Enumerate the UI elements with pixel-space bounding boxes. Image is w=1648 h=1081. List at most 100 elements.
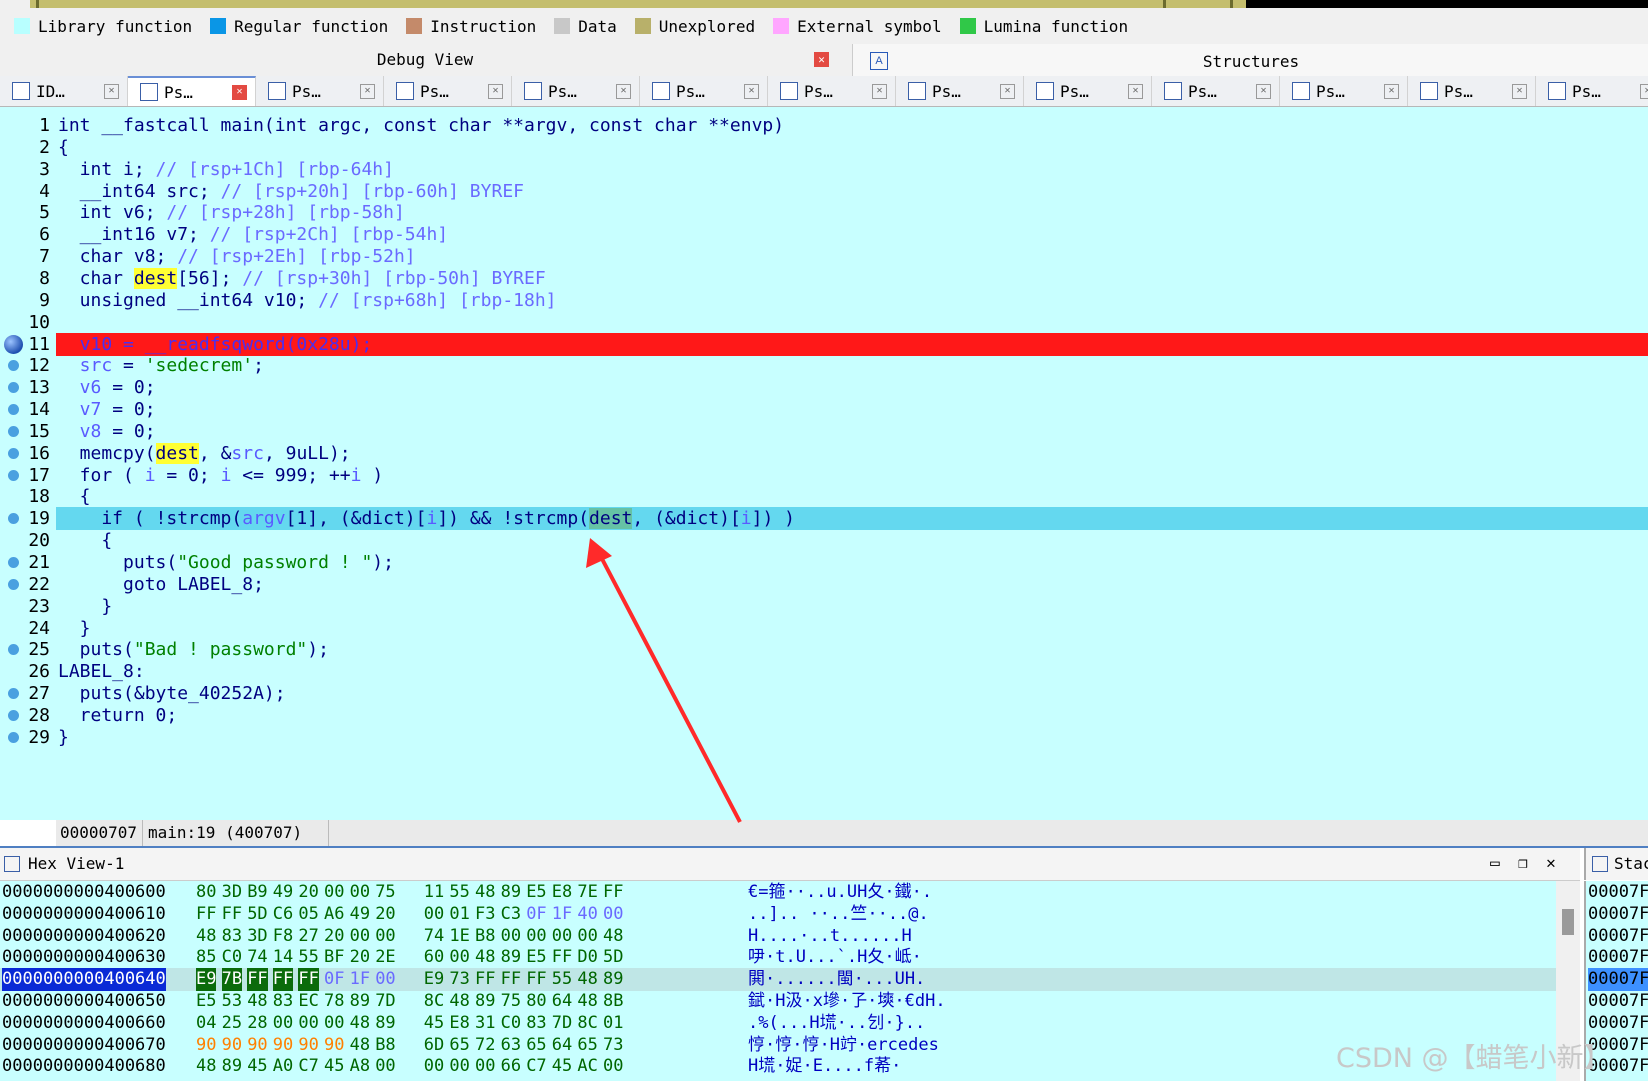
tab-pseudocode[interactable]: Ps… ✕ <box>768 76 896 106</box>
close-icon[interactable]: ✕ <box>814 52 829 67</box>
hex-byte[interactable]: 90 <box>324 1034 344 1057</box>
code-line[interactable]: 28 return 0; <box>0 704 1648 727</box>
close-icon[interactable]: ✕ <box>1512 83 1527 99</box>
hex-byte[interactable]: 55 <box>552 968 572 991</box>
hex-byte[interactable]: 49 <box>273 881 293 904</box>
stack-row[interactable]: 00007F <box>1588 968 1648 992</box>
hex-byte[interactable]: F3 <box>475 903 495 926</box>
hex-byte[interactable]: 83 <box>273 990 293 1013</box>
tab-pseudocode[interactable]: Ps… ✕ <box>640 76 768 106</box>
code-text[interactable]: char dest[56]; // [rsp+30h] [rbp-50h] BY… <box>58 267 546 290</box>
hex-byte[interactable]: 05 <box>298 903 318 926</box>
code-text[interactable]: v7 = 0; <box>58 398 156 421</box>
hex-byte[interactable]: 48 <box>350 1034 370 1057</box>
hex-byte[interactable]: 90 <box>247 1034 267 1057</box>
hex-byte[interactable]: 00 <box>603 1055 623 1078</box>
hex-byte[interactable]: FF <box>552 946 572 969</box>
hex-byte[interactable]: 20 <box>324 925 344 948</box>
scrollbar-thumb[interactable] <box>1562 909 1574 935</box>
tab-pseudocode[interactable]: Ps… ✕ <box>256 76 384 106</box>
hex-byte[interactable]: 5D <box>603 946 623 969</box>
stack-row[interactable]: 00007F <box>1588 903 1648 926</box>
code-text[interactable]: src = 'sedecrem'; <box>58 354 264 377</box>
hex-byte[interactable]: E8 <box>552 881 572 904</box>
hex-byte[interactable]: 00 <box>552 925 572 948</box>
hex-ascii[interactable]: 吚·t.U...`.H夂·岻· <box>748 946 922 969</box>
code-line[interactable]: 1 int __fastcall main(int argc, const cha… <box>0 114 1648 137</box>
hex-byte[interactable]: 00 <box>603 903 623 926</box>
code-line[interactable]: 5 int v6; // [rsp+28h] [rbp-58h] <box>0 201 1648 224</box>
hex-row[interactable]: 0000000000400640 E9 7B FF FF FF 0F 1F 00 E9 73 FF FF… <box>0 968 1556 992</box>
code-line[interactable]: 27 puts(&byte_40252A); <box>0 682 1648 705</box>
debug-view-title[interactable]: Debug View <box>0 44 850 76</box>
code-line[interactable]: 20 { <box>0 529 1648 552</box>
code-text[interactable]: goto LABEL_8; <box>58 573 264 596</box>
code-text[interactable]: { <box>58 136 69 159</box>
hex-byte[interactable]: 3D <box>247 925 267 948</box>
close-icon[interactable]: ✕ <box>1256 83 1271 99</box>
hex-byte[interactable]: 1F <box>350 968 370 991</box>
hex-byte[interactable]: 00 <box>424 1055 444 1078</box>
hex-byte[interactable]: 7D <box>552 1012 572 1035</box>
hex-byte[interactable]: FF <box>603 881 623 904</box>
hex-byte[interactable]: 45 <box>324 1055 344 1078</box>
hex-byte[interactable]: 48 <box>350 1012 370 1035</box>
hex-row[interactable]: 0000000000400650 E5 53 48 83 EC 78 89 7D 8C 48 89 75… <box>0 990 1556 1013</box>
close-icon[interactable]: ✕ <box>1384 83 1399 99</box>
code-line[interactable]: 12 src = 'sedecrem'; <box>0 354 1648 377</box>
tab-pseudocode[interactable]: ID… ✕ <box>0 76 128 106</box>
close-icon[interactable]: ✕ <box>744 83 759 99</box>
hex-byte[interactable]: 49 <box>350 903 370 926</box>
hex-byte[interactable]: 78 <box>324 990 344 1013</box>
hex-byte[interactable]: A6 <box>324 903 344 926</box>
hex-row[interactable]: 0000000000400610 FF FF 5D C6 05 A6 49 20 00 01 F3 C3… <box>0 903 1556 926</box>
hex-row[interactable]: 0000000000400680 48 89 45 A0 C7 45 A8 00 00 00 00 66… <box>0 1055 1556 1078</box>
code-text[interactable]: __int64 src; // [rsp+20h] [rbp-60h] BYRE… <box>58 180 524 203</box>
hex-byte[interactable]: 73 <box>603 1034 623 1057</box>
hex-byte[interactable]: 7E <box>577 881 597 904</box>
hex-byte[interactable]: F8 <box>273 925 293 948</box>
code-text[interactable]: memcpy(dest, &src, 9uLL); <box>58 442 351 465</box>
code-line[interactable]: 3 int i; // [rsp+1Ch] [rbp-64h] <box>0 158 1648 181</box>
hex-byte[interactable]: 1E <box>449 925 469 948</box>
hex-byte[interactable]: B8 <box>375 1034 395 1057</box>
close-icon[interactable]: ✕ <box>1128 83 1143 99</box>
tab-pseudocode[interactable]: Ps… ✕ <box>512 76 640 106</box>
hex-byte[interactable]: 0F <box>526 903 546 926</box>
hex-row[interactable]: 0000000000400630 85 C0 74 14 55 BF 20 2E 60 00 48 89… <box>0 946 1556 969</box>
hex-byte[interactable]: 2E <box>375 946 395 969</box>
tab-pseudocode[interactable]: Ps… ✕ <box>384 76 512 106</box>
close-icon[interactable]: ✕ <box>1640 83 1648 99</box>
hex-byte[interactable]: 20 <box>375 903 395 926</box>
code-line[interactable]: 18 { <box>0 485 1648 508</box>
tab-pseudocode[interactable]: Ps… ✕ <box>1152 76 1280 106</box>
hex-byte[interactable]: 48 <box>449 990 469 1013</box>
code-line[interactable]: 9 unsigned __int64 v10; // [rsp+68h] [rb… <box>0 289 1648 312</box>
hex-byte[interactable]: 48 <box>475 881 495 904</box>
tab-pseudocode[interactable]: Ps… ✕ <box>128 76 256 106</box>
hex-byte[interactable]: 28 <box>247 1012 267 1035</box>
hex-byte[interactable]: 73 <box>449 968 469 991</box>
maximize-icon[interactable]: ▭ <box>1486 854 1504 872</box>
hex-byte[interactable]: 00 <box>375 925 395 948</box>
code-line[interactable]: 25 puts("Bad ! password"); <box>0 638 1648 661</box>
hex-byte[interactable]: 48 <box>196 1055 216 1078</box>
code-text[interactable]: unsigned __int64 v10; // [rsp+68h] [rbp-… <box>58 289 557 312</box>
hex-byte[interactable]: 48 <box>577 990 597 1013</box>
stack-row[interactable]: 00007F <box>1588 1012 1648 1035</box>
hex-byte[interactable]: 65 <box>526 1034 546 1057</box>
collapse-arrow-icon[interactable] <box>0 0 30 8</box>
tab-pseudocode[interactable]: Ps… ✕ <box>1024 76 1152 106</box>
hex-byte[interactable]: 1F <box>552 903 572 926</box>
hex-byte[interactable]: 90 <box>196 1034 216 1057</box>
tab-pseudocode[interactable]: Ps… ✕ <box>1536 76 1648 106</box>
close-icon[interactable]: ✕ <box>1000 83 1015 99</box>
hex-byte[interactable]: 00 <box>501 925 521 948</box>
hex-byte[interactable]: 90 <box>222 1034 242 1057</box>
hex-byte[interactable]: C0 <box>222 946 242 969</box>
hex-byte[interactable]: 89 <box>222 1055 242 1078</box>
code-text[interactable]: if ( !strcmp(argv[1], (&dict)[i]) && !st… <box>58 507 795 530</box>
hex-byte[interactable]: 7B <box>221 968 243 992</box>
hex-byte[interactable]: 45 <box>247 1055 267 1078</box>
code-line[interactable]: 23 } <box>0 595 1648 618</box>
